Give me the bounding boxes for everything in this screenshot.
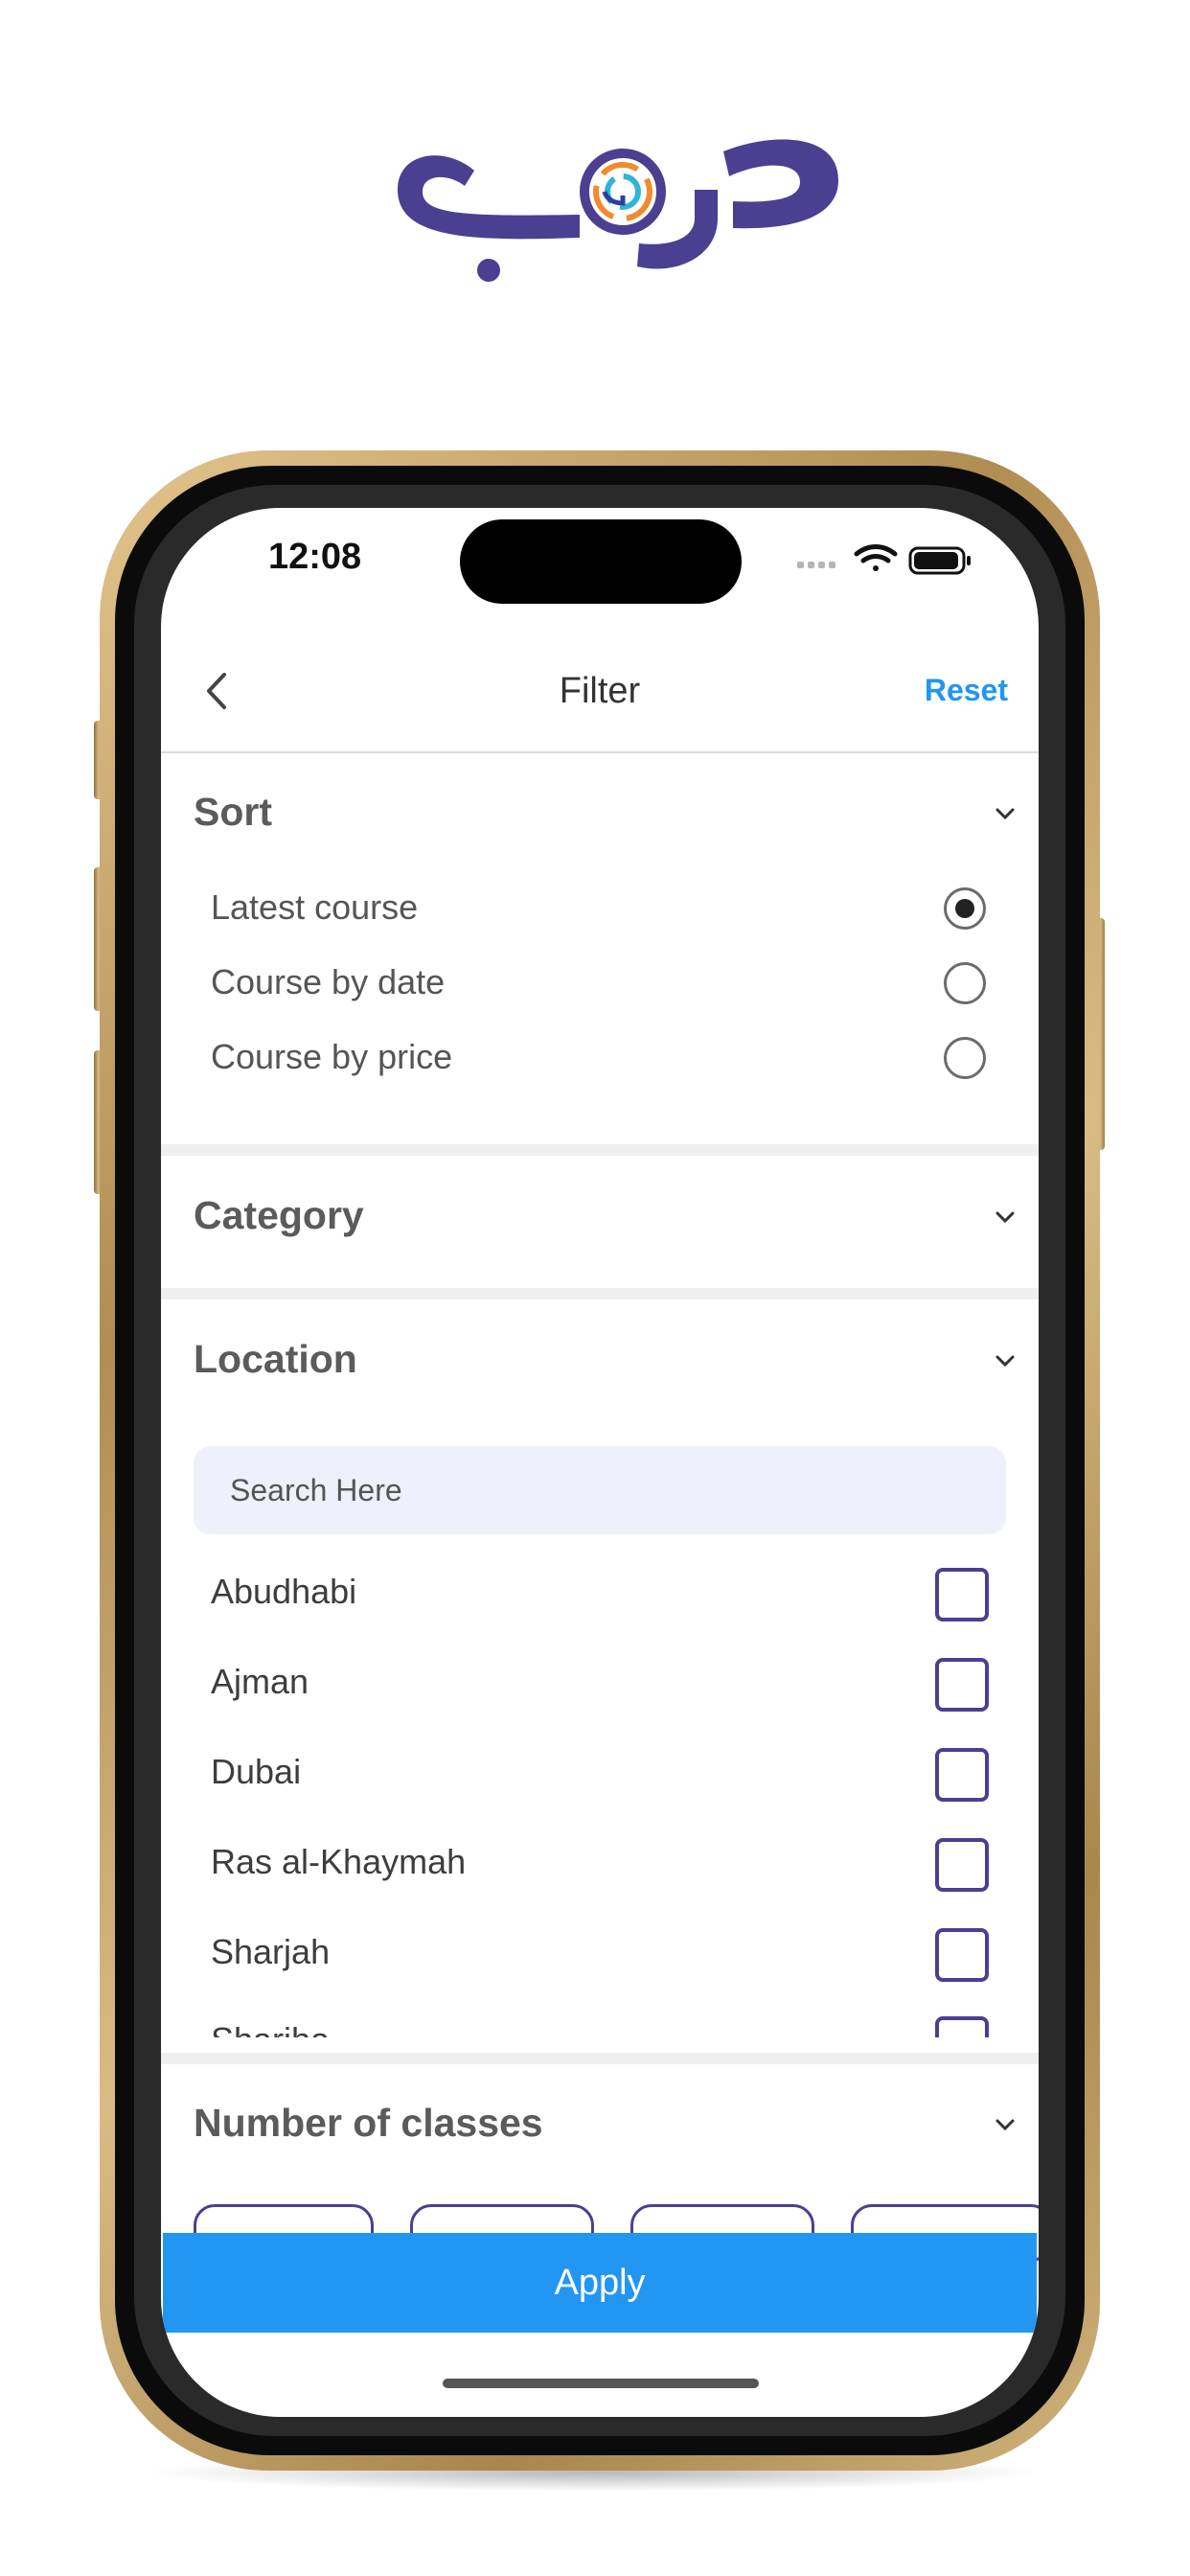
sort-option-label: Course by date [211, 962, 446, 1001]
phone-screen: 12:08 Filter Reset Sort Latest course Co… [161, 508, 1039, 2417]
list-item: Abudhabi [161, 1551, 1039, 1641]
sort-radio-latest[interactable] [944, 887, 986, 930]
list-item: Ras al-Khaymah [161, 1821, 1039, 1911]
sort-option-label: Course by price [211, 1037, 453, 1076]
chevron-down-icon[interactable] [995, 1210, 1016, 1224]
sort-section-title: Sort [194, 790, 272, 834]
section-divider [161, 1288, 1039, 1300]
location-checkbox[interactable] [935, 1748, 989, 1802]
location-checkbox[interactable] [935, 1568, 989, 1622]
location-label: Ras al-Khaymah [211, 1842, 467, 1881]
list-item: Ajman [161, 1641, 1039, 1731]
status-time: 12:08 [268, 537, 362, 577]
location-label: Ajman [211, 1662, 309, 1701]
status-icons [797, 544, 971, 575]
cellular-signal-icon [797, 562, 835, 568]
location-checkbox[interactable] [935, 1928, 989, 1982]
apply-button[interactable]: Apply [163, 2233, 1037, 2333]
location-list: Abudhabi Ajman Dubai Ras al-Khaymah Shar… [161, 1551, 1039, 2037]
reset-button[interactable]: Reset [925, 673, 1008, 708]
sort-option-label: Latest course [211, 887, 419, 927]
sort-radio-price[interactable] [944, 1037, 986, 1079]
location-checkbox[interactable] [935, 1838, 989, 1892]
chevron-down-icon[interactable] [995, 1354, 1016, 1368]
category-section-title: Category [194, 1193, 364, 1237]
chevron-down-icon[interactable] [995, 2118, 1016, 2131]
location-checkbox[interactable] [935, 2016, 989, 2037]
home-indicator [443, 2379, 759, 2388]
location-label: Sharjah [211, 1932, 331, 1971]
section-divider [161, 1144, 1039, 1156]
list-item: Dubai [161, 1731, 1039, 1821]
list-item: Shariha [161, 1999, 1039, 2037]
location-section-title: Location [194, 1337, 357, 1381]
section-divider [161, 2053, 1039, 2064]
wifi-icon [854, 544, 898, 571]
sort-radio-date[interactable] [944, 962, 986, 1004]
battery-icon [908, 546, 971, 575]
chevron-down-icon[interactable] [995, 807, 1016, 820]
location-checkbox[interactable] [935, 1658, 989, 1712]
nav-bar: Filter Reset [161, 629, 1039, 753]
classes-section-title: Number of classes [194, 2101, 543, 2145]
dynamic-island [460, 519, 742, 604]
location-search-input[interactable]: Search Here [194, 1446, 1006, 1534]
location-label: Dubai [211, 1752, 302, 1791]
page-title: Filter [559, 671, 641, 711]
location-label: Abudhabi [211, 1572, 357, 1611]
location-label: Shariha [211, 2020, 330, 2037]
list-item: Sharjah [161, 1911, 1039, 2001]
brand-logo [398, 139, 838, 282]
